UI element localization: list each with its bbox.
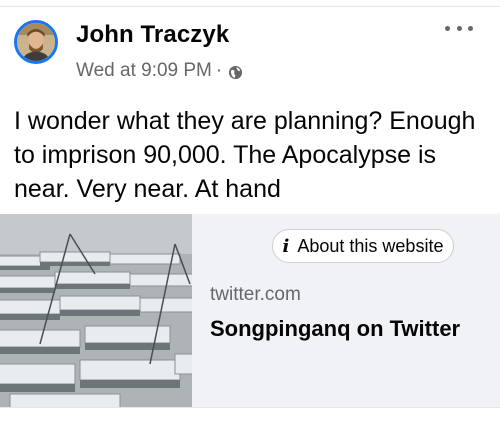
link-domain: twitter.com <box>210 284 301 305</box>
link-preview-image[interactable] <box>0 214 192 407</box>
bottom-divider <box>0 407 500 408</box>
post-meta: Wed at 9:09 PM · <box>76 60 243 82</box>
post-timestamp[interactable]: Wed at 9:09 PM <box>76 60 212 82</box>
avatar-image <box>17 23 55 61</box>
about-this-website-button[interactable]: i About this website <box>272 229 454 263</box>
avatar[interactable] <box>14 20 58 64</box>
link-title[interactable]: Songpinganq on Twitter <box>210 316 460 342</box>
meta-separator: · <box>215 60 223 81</box>
link-preview-info[interactable]: i About this website twitter.com Songpin… <box>192 214 500 407</box>
top-divider <box>0 6 500 7</box>
post-text: I wonder what they are planning? Enough … <box>14 107 476 203</box>
globe-icon <box>228 64 243 79</box>
author-name[interactable]: John Traczyk <box>76 21 229 49</box>
more-options-icon[interactable] <box>445 22 473 34</box>
link-preview-card[interactable]: i About this website twitter.com Songpin… <box>0 214 500 407</box>
info-icon: i <box>282 235 290 257</box>
about-this-website-label: About this website <box>297 235 444 256</box>
